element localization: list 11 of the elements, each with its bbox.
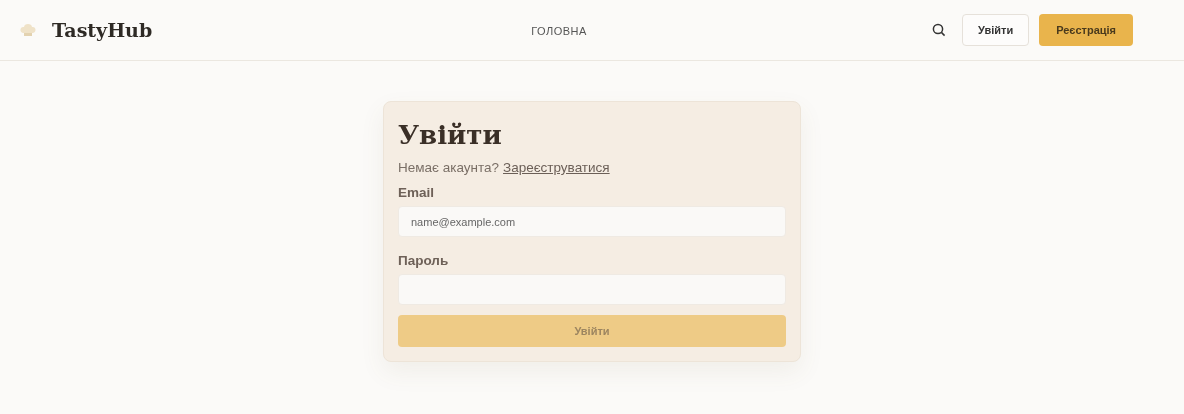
nav-link[interactable]: ГОЛОВНА	[531, 24, 587, 37]
signup-prompt: Немає акаунта?	[398, 160, 499, 175]
signup-link[interactable]: Зареєструватися	[503, 160, 610, 175]
login-title: Увійти	[398, 120, 503, 150]
logo-text[interactable]: TastyHub	[52, 19, 153, 41]
input-field[interactable]: name@example.com	[398, 206, 786, 237]
register-button[interactable]: Реєстрація	[1039, 14, 1133, 46]
field-label: Email	[398, 185, 436, 200]
login-button[interactable]: Увійти	[962, 14, 1030, 46]
field-label: Пароль	[398, 253, 450, 268]
search-icon[interactable]	[932, 23, 946, 37]
